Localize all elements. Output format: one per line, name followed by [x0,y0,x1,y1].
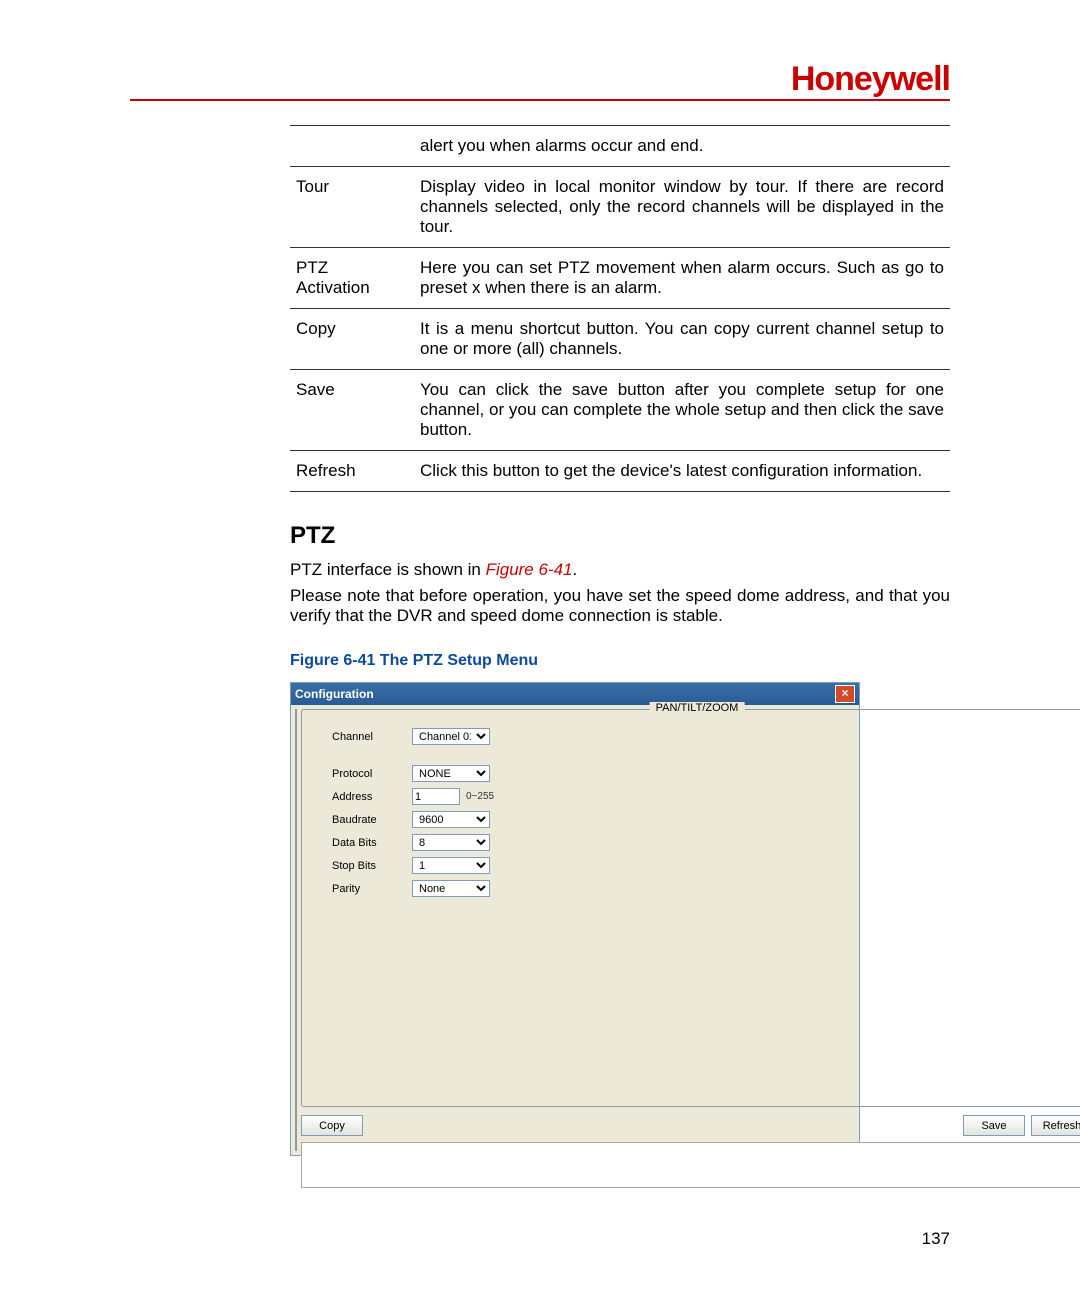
field-stopbits: Stop Bits 1 [332,857,1080,874]
section-heading-ptz: PTZ [290,522,950,550]
tree-item[interactable]: Control Panel [296,712,297,726]
label-baudrate: Baudrate [332,814,412,826]
param-desc: Display video in local monitor window by… [414,167,950,248]
field-parity: Parity None [332,880,1080,897]
window-titlebar: Configuration × [291,683,859,705]
param-desc: Here you can set PTZ movement when alarm… [414,248,950,309]
select-stopbits[interactable]: 1 [412,857,490,874]
param-desc: You can click the save button after you … [414,370,950,451]
window-body: Control Panel⊟Query System InfoVERSIONHD… [291,705,859,1155]
group-box: PAN/TILT/ZOOM Channel Channel 01 Protoco… [301,709,1080,1107]
refresh-button[interactable]: Refresh [1031,1115,1080,1136]
header-rule [130,99,950,101]
tree-item[interactable]: HDD MANAGEMENT [296,936,297,950]
tree-item[interactable]: ⊟Query System Info [296,726,297,740]
figure-reference: Figure 6-41 [486,560,573,579]
field-channel: Channel Channel 01 [332,728,1080,745]
tree-item[interactable]: PAN/TILT/ZOOM [296,894,297,908]
intro-line-2: Please note that before operation, you h… [290,586,950,626]
window-title: Configuration [295,687,374,701]
select-channel[interactable]: Channel 01 [412,728,490,745]
table-row: SaveYou can click the save button after … [290,370,950,451]
param-desc: Click this button to get the device's la… [414,451,950,492]
input-address[interactable] [412,788,460,805]
status-bar [301,1142,1080,1188]
tree-item[interactable]: HDD INFO [296,754,297,768]
window-close-button[interactable]: × [835,685,855,703]
param-label [290,126,414,167]
figure-caption: Figure 6-41 The PTZ Setup Menu [290,652,950,670]
parameter-table: alert you when alarms occur and end.Tour… [290,125,950,492]
tree-panel[interactable]: Control Panel⊟Query System InfoVERSIONHD… [295,709,297,1151]
table-row: RefreshClick this button to get the devi… [290,451,950,492]
tree-item[interactable]: GENERAL [296,796,297,810]
hint-address: 0~255 [466,791,494,802]
intro-text-post: . [573,560,578,579]
configuration-window: Configuration × Control Panel⊟Query Syst… [290,682,860,1156]
tree-item[interactable]: RS232 [296,838,297,852]
button-bar: Copy Save Refresh [301,1115,1080,1136]
tree-item[interactable]: LOG [296,768,297,782]
tree-item[interactable]: ENCODE [296,810,297,824]
tree-item[interactable]: SNAPSHOT [296,1006,297,1020]
table-row: TourDisplay video in local monitor windo… [290,167,950,248]
tree-item[interactable]: ⊟ADDTIONAL FUNCTION [296,1034,297,1048]
right-panel: PAN/TILT/ZOOM Channel Channel 01 Protoco… [301,709,1080,1151]
tree-item[interactable]: ⊞NETWORK [296,852,297,866]
intro-line-1: PTZ interface is shown in Figure 6-41. [290,560,950,580]
tree-item[interactable]: Record [296,978,297,992]
group-title: PAN/TILT/ZOOM [650,702,745,714]
table-row: PTZ ActivationHere you can set PTZ movem… [290,248,950,309]
brand-logo: Honeywell [130,60,950,99]
tree-item[interactable]: DEFAULT/BACKUP [296,908,297,922]
tree-item[interactable]: ALARM [296,866,297,880]
tree-item[interactable]: Auto Register [296,1062,297,1076]
select-protocol[interactable]: NONE [412,765,490,782]
param-desc: alert you when alarms occur and end. [414,126,950,167]
param-label: Save [290,370,414,451]
select-parity[interactable]: None [412,880,490,897]
param-label: Refresh [290,451,414,492]
tree-item[interactable]: VERSION [296,740,297,754]
page: Honeywell alert you when alarms occur an… [0,0,1080,1309]
tree-item[interactable]: Preferred DNS [296,1076,297,1090]
tree-item[interactable]: ⊟System Config [296,782,297,796]
tree-item[interactable]: ACCOUNT [296,992,297,1006]
save-button[interactable]: Save [963,1115,1025,1136]
param-label: PTZ Activation [290,248,414,309]
label-channel: Channel [332,731,412,743]
field-databits: Data Bits 8 [332,834,1080,851]
tree-item[interactable]: CARD OVERLAY [296,1048,297,1062]
select-databits[interactable]: 8 [412,834,490,851]
param-label: Tour [290,167,414,248]
label-databits: Data Bits [332,837,412,849]
label-address: Address [332,791,412,803]
tree-item[interactable]: AUTO MAINTENANCE [296,1020,297,1034]
label-stopbits: Stop Bits [332,860,412,872]
tree-item[interactable]: ABNORMALITY [296,950,297,964]
table-row: alert you when alarms occur and end. [290,126,950,167]
field-address: Address 0~255 [332,788,1080,805]
tree-item[interactable]: Alarm I/O Config [296,964,297,978]
field-baudrate: Baudrate 9600 [332,811,1080,828]
body-area: alert you when alarms occur and end.Tour… [290,125,950,1156]
table-row: CopyIt is a menu shortcut button. You ca… [290,309,950,370]
intro-text: PTZ interface is shown in [290,560,486,579]
param-desc: It is a menu shortcut button. You can co… [414,309,950,370]
tree-item[interactable]: SCHEDULE [296,824,297,838]
select-baudrate[interactable]: 9600 [412,811,490,828]
tree-item[interactable]: DETECT [296,880,297,894]
field-protocol: Protocol NONE [332,765,1080,782]
copy-button[interactable]: Copy [301,1115,363,1136]
param-label: Copy [290,309,414,370]
label-protocol: Protocol [332,768,412,780]
tree-item[interactable]: ⊟ADVANCED [296,922,297,936]
page-number: 137 [922,1229,950,1249]
label-parity: Parity [332,883,412,895]
